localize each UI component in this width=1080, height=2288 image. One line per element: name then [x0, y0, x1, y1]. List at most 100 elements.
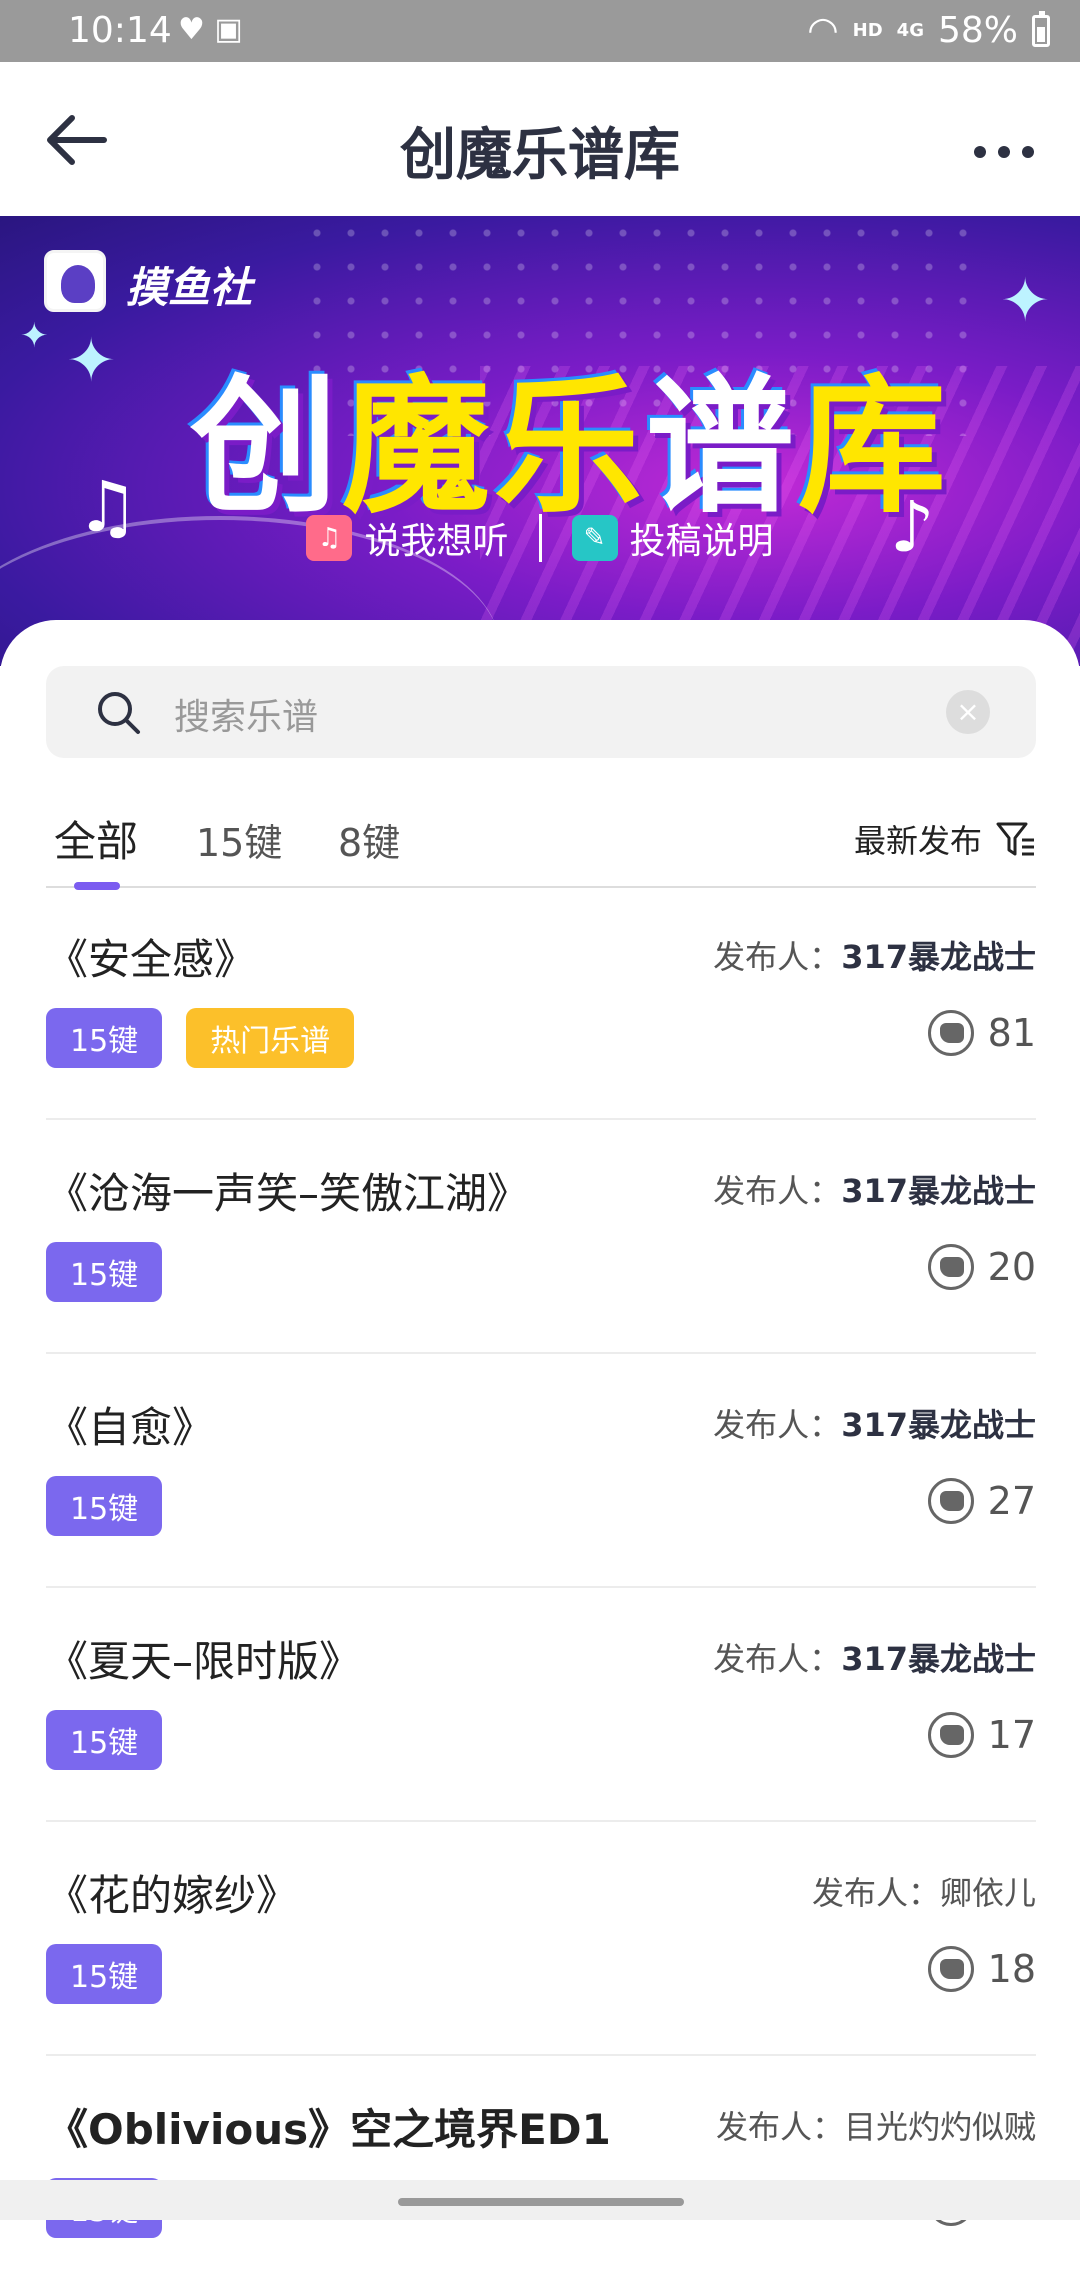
- brand-logo: [44, 250, 106, 312]
- publisher-info: 发布人：卿依儿: [811, 1874, 1036, 1912]
- search-bar[interactable]: 搜索乐谱 ×: [46, 666, 1036, 758]
- banner-title-char: 魔: [342, 361, 494, 533]
- request-song-link[interactable]: ♫ 说我想听: [306, 512, 509, 564]
- sparkle-icon: ✦: [66, 326, 117, 396]
- key-tag: 15键: [46, 1710, 163, 1770]
- banner-title: 创魔乐谱库: [190, 326, 950, 541]
- submission-guide-label: 投稿说明: [629, 521, 774, 562]
- like-icon: [927, 1244, 974, 1290]
- like-count: 27: [987, 1479, 1036, 1523]
- publisher-name[interactable]: 卿依儿: [940, 1874, 1036, 1912]
- content-card: 搜索乐谱 × 全部 15键 8键 最新发布 《安全感》 发布人：317暴龙战士 …: [0, 620, 1080, 2238]
- publisher-name[interactable]: 317暴龙战士: [841, 1172, 1036, 1210]
- like-button[interactable]: 27: [927, 1478, 1036, 1524]
- publisher-name[interactable]: 317暴龙战士: [841, 1640, 1036, 1678]
- page-title: 创魔乐谱库: [400, 123, 680, 188]
- publisher-name[interactable]: 317暴龙战士: [841, 1406, 1036, 1444]
- status-time: 10:14: [68, 10, 172, 51]
- request-song-label: 说我想听: [364, 521, 509, 562]
- publisher-info: 发布人：317暴龙战士: [713, 1640, 1036, 1678]
- sort-label: 最新发布: [853, 822, 982, 860]
- like-button[interactable]: 81: [927, 1010, 1036, 1056]
- key-tag: 15键: [46, 1944, 163, 2004]
- tab-all[interactable]: 全部: [54, 808, 138, 869]
- more-menu-button[interactable]: [974, 146, 1034, 158]
- more-dot-icon: [974, 146, 986, 158]
- song-tags: 15键 热门乐谱: [46, 1008, 355, 1068]
- song-tags: 15键: [46, 1710, 163, 1770]
- like-button[interactable]: 18: [927, 1946, 1036, 1992]
- list-item[interactable]: 《夏天–限时版》 发布人：317暴龙战士 15键 17: [46, 1588, 1036, 1822]
- song-title: 《安全感》: [46, 935, 257, 984]
- key-tag: 15键: [46, 1242, 163, 1302]
- tab-bar: 全部 15键 8键 最新发布: [46, 790, 1036, 890]
- battery-icon: [1032, 10, 1050, 47]
- notification-icons: ♥ ▣: [178, 12, 243, 47]
- clear-icon[interactable]: ×: [946, 690, 990, 734]
- song-title: 《花的嫁纱》: [46, 1871, 299, 1920]
- like-icon: [927, 1712, 974, 1758]
- status-right: ◠ HD 4G 58%: [807, 10, 1050, 51]
- publisher-info: 发布人：317暴龙战士: [713, 938, 1036, 976]
- wifi-icon: ◠: [807, 10, 839, 51]
- like-icon: [927, 1946, 974, 1992]
- banner-title-char: 库: [798, 361, 950, 533]
- like-icon: [927, 1478, 974, 1524]
- hd-indicator: HD: [852, 20, 883, 41]
- publisher-name[interactable]: 目光灼灼似贼: [844, 2108, 1036, 2146]
- like-count: 20: [987, 1245, 1036, 1289]
- tab-8-keys[interactable]: 8键: [338, 812, 400, 867]
- song-list: 《安全感》 发布人：317暴龙战士 15键 热门乐谱 81 《沧海一声笑–笑傲江…: [46, 886, 1036, 2288]
- status-bar: 10:14 ♥ ▣ ◠ HD 4G 58%: [0, 0, 1080, 62]
- signal-indicator: 4G: [896, 20, 924, 41]
- list-item[interactable]: 《沧海一声笑–笑傲江湖》 发布人：317暴龙战士 15键 20: [46, 1120, 1036, 1354]
- battery-percent: 58%: [937, 10, 1018, 51]
- song-tags: 15键: [46, 1944, 163, 2004]
- hot-tag: 热门乐谱: [186, 1008, 355, 1068]
- song-title: 《沧海一声笑–笑傲江湖》: [46, 1169, 530, 1218]
- app-header: 创魔乐谱库: [0, 62, 1080, 216]
- song-title: 《Oblivious》空之境界ED1: [46, 2105, 611, 2154]
- publisher-name[interactable]: 317暴龙战士: [841, 938, 1036, 976]
- banner-divider: [538, 514, 542, 562]
- publisher-info: 发布人：317暴龙战士: [713, 1406, 1036, 1444]
- song-tags: 15键: [46, 1476, 163, 1536]
- banner: ✦ ✦ ✦ ♫ ♪ 摸鱼社 创魔乐谱库 ♫ 说我想听 ✎ 投稿说明: [0, 216, 1080, 666]
- edit-icon: ✎: [571, 515, 618, 561]
- more-dot-icon: [998, 146, 1010, 158]
- search-input[interactable]: 搜索乐谱: [174, 688, 318, 740]
- sparkle-icon: ✦: [1000, 266, 1051, 336]
- headphones-icon: ♫: [306, 515, 353, 561]
- like-count: 17: [987, 1713, 1036, 1757]
- song-title: 《自愈》: [46, 1403, 215, 1452]
- search-icon: [98, 692, 140, 734]
- publisher-info: 发布人：目光灼灼似贼: [715, 2108, 1036, 2146]
- like-button[interactable]: 20: [927, 1244, 1036, 1290]
- key-tag: 15键: [46, 1008, 163, 1068]
- more-dot-icon: [1022, 146, 1034, 158]
- sparkle-icon: ✦: [20, 316, 49, 356]
- navigation-bar: [0, 2180, 1080, 2220]
- like-button[interactable]: 17: [927, 1712, 1036, 1758]
- like-count: 18: [987, 1947, 1036, 1991]
- banner-title-char: 乐: [494, 361, 646, 533]
- publisher-info: 发布人：317暴龙战士: [713, 1172, 1036, 1210]
- list-item[interactable]: 《Oblivious》空之境界ED1 发布人：目光灼灼似贼 15键 16: [46, 2056, 1036, 2288]
- list-item[interactable]: 《安全感》 发布人：317暴龙战士 15键 热门乐谱 81: [46, 886, 1036, 1120]
- like-icon: [927, 1010, 974, 1056]
- tab-15-keys[interactable]: 15键: [196, 812, 282, 867]
- list-item[interactable]: 《花的嫁纱》 发布人：卿依儿 15键 18: [46, 1822, 1036, 2056]
- home-indicator[interactable]: [398, 2198, 684, 2206]
- like-count: 81: [987, 1011, 1036, 1055]
- song-tags: 15键: [46, 1242, 163, 1302]
- sort-button[interactable]: 最新发布: [854, 816, 1036, 862]
- banner-title-char: 创: [190, 361, 342, 533]
- song-title: 《夏天–限时版》: [46, 1637, 362, 1686]
- brand-name: 摸鱼社: [126, 263, 253, 312]
- banner-title-char: 谱: [646, 361, 798, 533]
- list-item[interactable]: 《自愈》 发布人：317暴龙战士 15键 27: [46, 1354, 1036, 1588]
- filter-icon: [996, 822, 1034, 856]
- submission-guide-link[interactable]: ✎ 投稿说明: [571, 512, 774, 564]
- key-tag: 15键: [46, 1476, 163, 1536]
- banner-links: ♫ 说我想听 ✎ 投稿说明: [0, 512, 1080, 564]
